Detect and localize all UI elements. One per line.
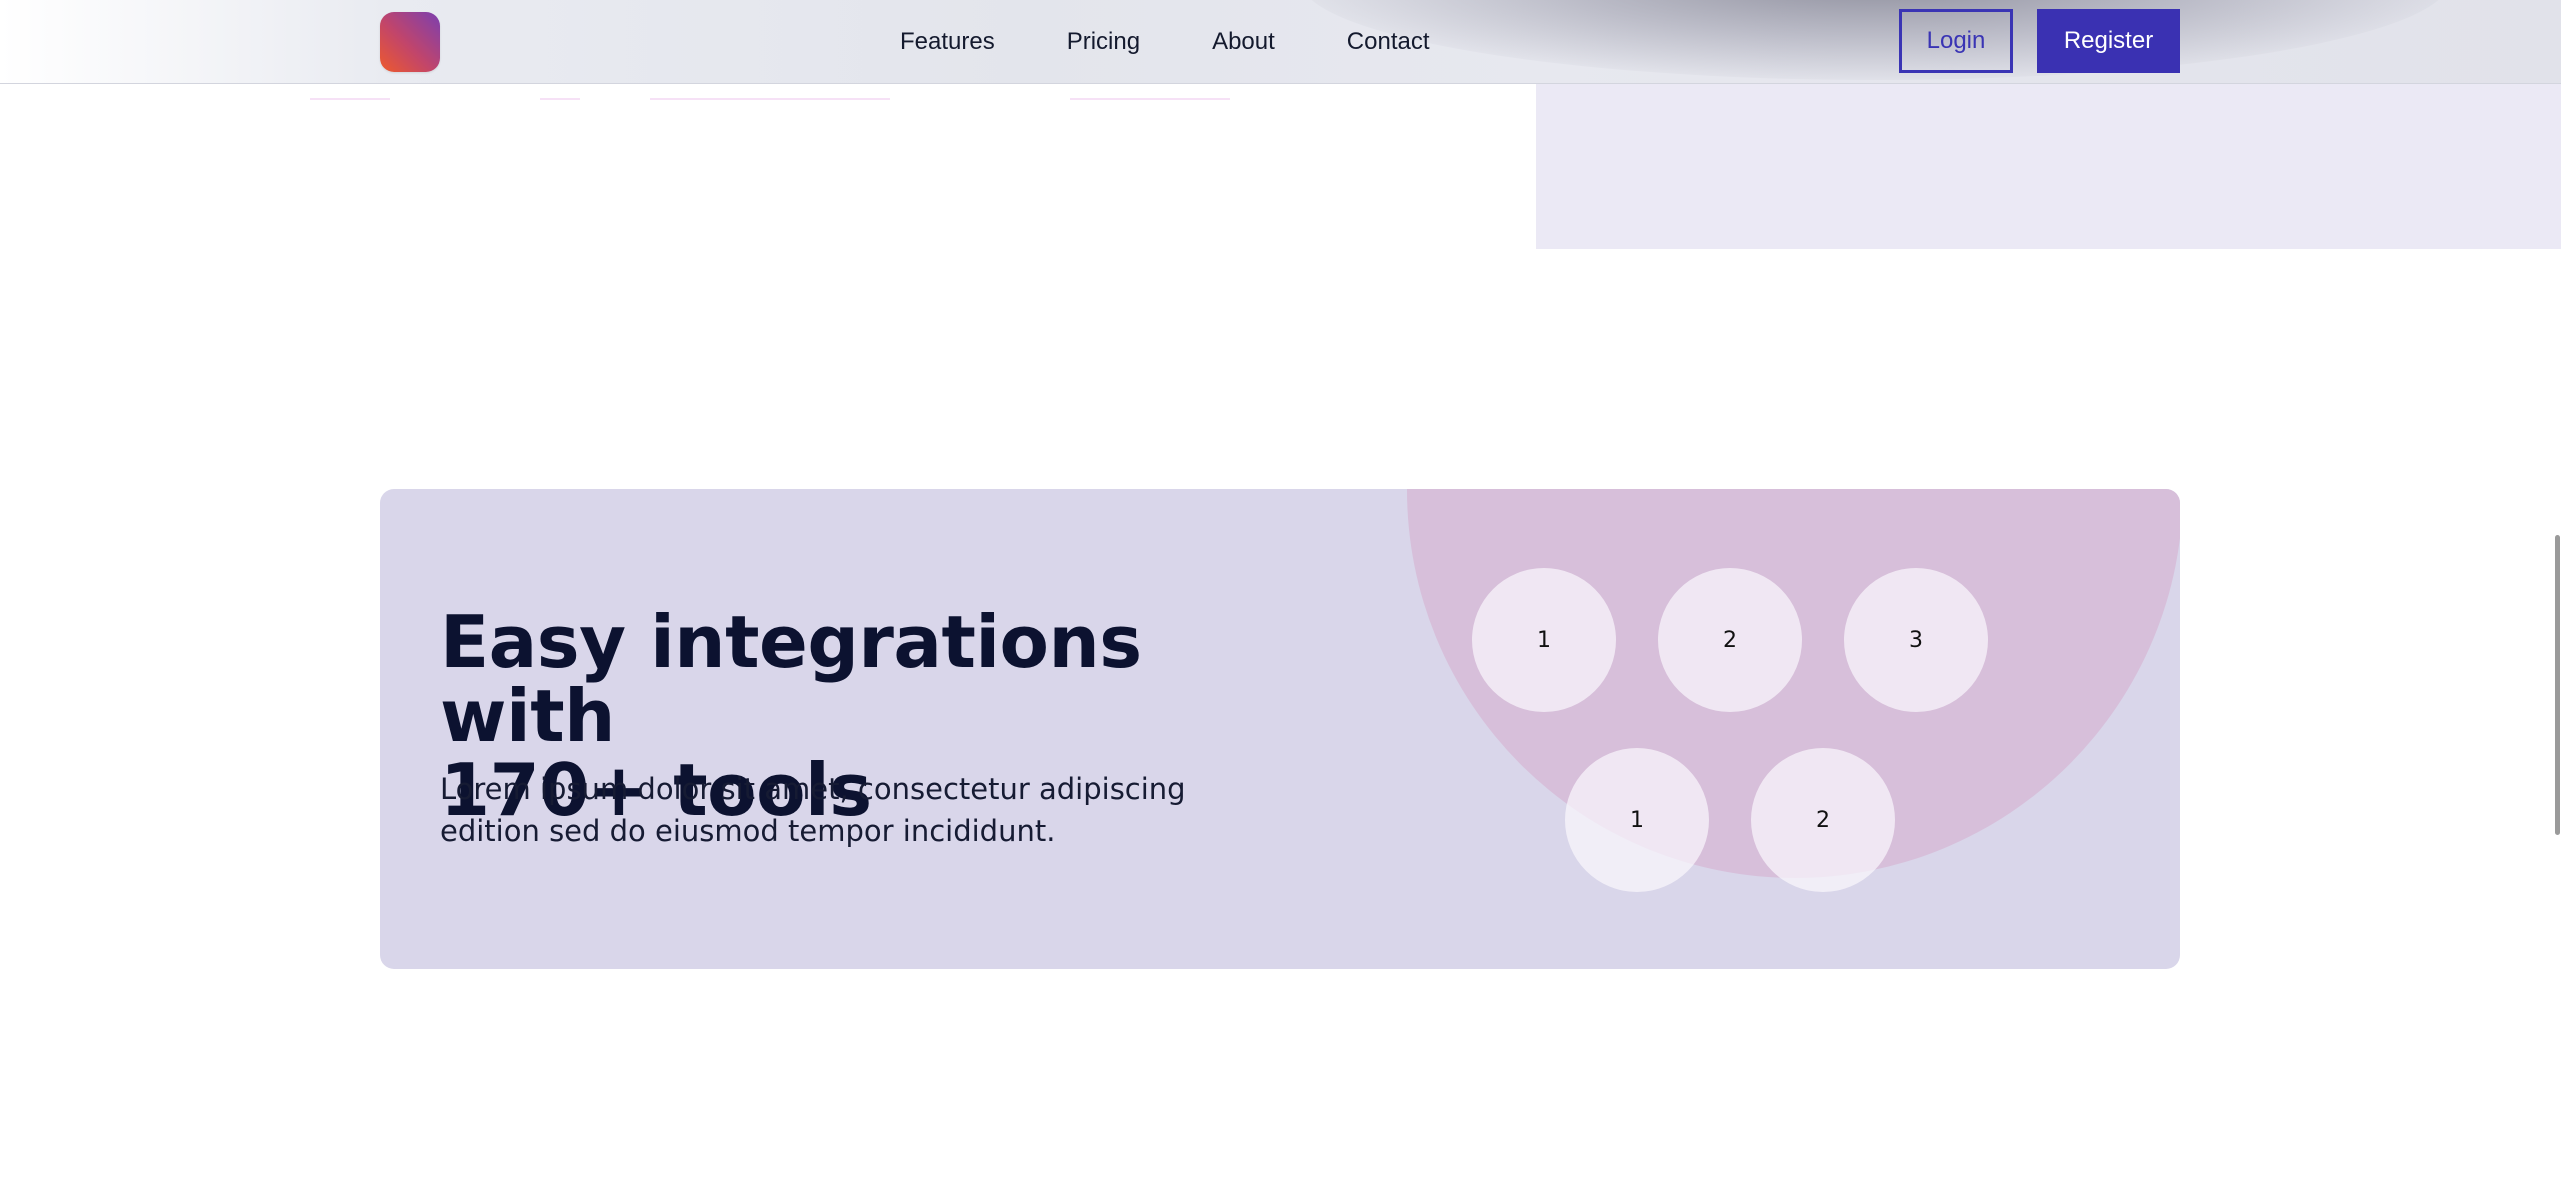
main-nav: Features Pricing About Contact [900,0,1430,83]
nav-link-features[interactable]: Features [900,28,995,56]
page: Features Pricing About Contact Login Reg… [0,0,2561,1179]
tool-circle[interactable]: 1 [1565,748,1709,892]
login-button[interactable]: Login [1899,9,2013,73]
scrollbar-thumb[interactable] [2555,535,2560,835]
integrations-card: Easy integrations with 170+ tools Lorem … [380,489,2180,969]
nav-link-contact[interactable]: Contact [1347,28,1430,56]
decorative-line [310,98,390,100]
integrations-description: Lorem ipsum dolor sit amet, consectetur … [440,768,1200,852]
tool-circle[interactable]: 2 [1658,568,1802,712]
decorative-line [540,98,580,100]
decorative-line [1070,98,1230,100]
decorative-line [650,98,890,100]
site-header: Features Pricing About Contact Login Reg… [0,0,2561,84]
nav-link-pricing[interactable]: Pricing [1067,28,1140,56]
register-button[interactable]: Register [2037,9,2180,73]
integrations-description-line-2: edition sed do eiusmod tempor incididunt… [440,814,1056,848]
header-shadow [1300,0,2450,80]
tool-circle[interactable]: 1 [1472,568,1616,712]
nav-link-about[interactable]: About [1212,28,1275,56]
logo-icon[interactable] [380,12,440,72]
integrations-description-line-1: Lorem ipsum dolor sit amet, consectetur … [440,772,1186,806]
scrollbar[interactable] [2551,0,2561,1179]
tool-circle[interactable]: 2 [1751,748,1895,892]
integrations-title-line-1: Easy integrations with [440,600,1142,758]
tool-circle[interactable]: 3 [1844,568,1988,712]
